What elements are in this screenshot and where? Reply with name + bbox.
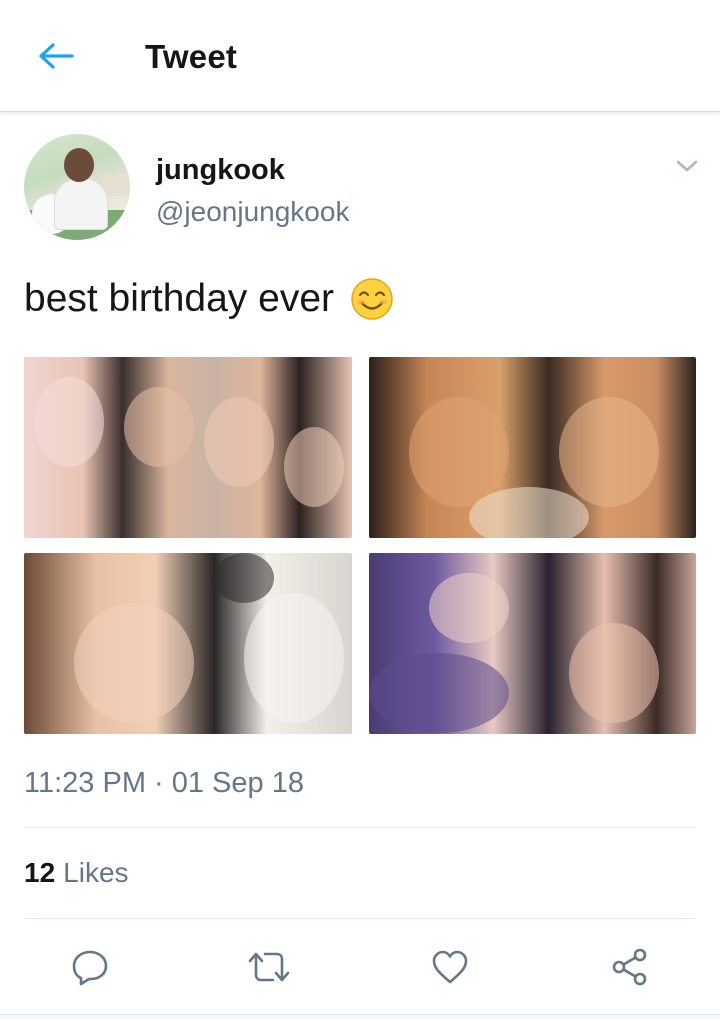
heart-icon bbox=[432, 950, 468, 984]
tweet-photo-4[interactable] bbox=[369, 553, 696, 734]
likes-count[interactable]: 12 Likes bbox=[24, 857, 129, 889]
avatar[interactable] bbox=[24, 134, 130, 240]
back-button[interactable] bbox=[30, 36, 82, 76]
tweet-photo-2[interactable] bbox=[369, 357, 696, 538]
author-display-name[interactable]: jungkook bbox=[156, 154, 285, 187]
likes-label: Likes bbox=[63, 857, 129, 888]
like-button[interactable] bbox=[427, 944, 473, 990]
tweet-text-content: best birthday ever bbox=[24, 277, 335, 320]
bottom-edge bbox=[0, 1014, 720, 1019]
smiling-face-emoji-icon bbox=[351, 278, 393, 320]
chevron-down-icon bbox=[676, 160, 698, 172]
tweet-photo-3[interactable] bbox=[24, 553, 352, 734]
top-app-bar: Tweet bbox=[0, 0, 720, 112]
share-button[interactable] bbox=[607, 944, 653, 990]
page-title: Tweet bbox=[145, 38, 238, 75]
tweet-text: best birthday ever bbox=[24, 277, 394, 321]
reply-icon bbox=[72, 950, 108, 986]
author-handle[interactable]: @jeonjungkook bbox=[156, 196, 349, 228]
divider bbox=[24, 918, 696, 919]
retweet-icon bbox=[248, 952, 290, 982]
share-icon bbox=[612, 948, 647, 986]
likes-number: 12 bbox=[24, 857, 56, 888]
tweet-timestamp[interactable]: 11:23 PM · 01 Sep 18 bbox=[24, 767, 304, 800]
tweet-menu-button[interactable] bbox=[672, 152, 702, 180]
arrow-left-icon bbox=[39, 43, 74, 69]
divider bbox=[24, 827, 696, 828]
reply-button[interactable] bbox=[67, 944, 113, 990]
tweet-photo-1[interactable] bbox=[24, 357, 352, 538]
retweet-button[interactable] bbox=[246, 944, 292, 990]
tweet-detail-screen: Tweet jungkook @jeonjungkook best birthd… bbox=[0, 0, 720, 1019]
